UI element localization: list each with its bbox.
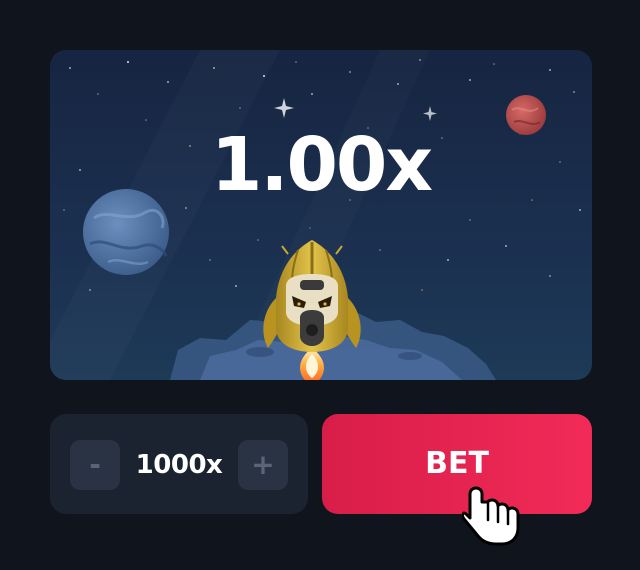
bet-button[interactable]: BET: [322, 414, 592, 514]
hand-pointer-icon: [462, 486, 520, 546]
decrease-amount-button[interactable]: -: [70, 440, 120, 490]
bet-amount-panel: - 1000x +: [50, 414, 308, 514]
bet-amount-value: 1000x: [135, 450, 223, 480]
game-stage: 1.00x: [50, 50, 592, 380]
multiplier-display: 1.00x: [210, 122, 433, 208]
space-scene: [50, 59, 592, 380]
increase-amount-button[interactable]: +: [238, 440, 288, 490]
